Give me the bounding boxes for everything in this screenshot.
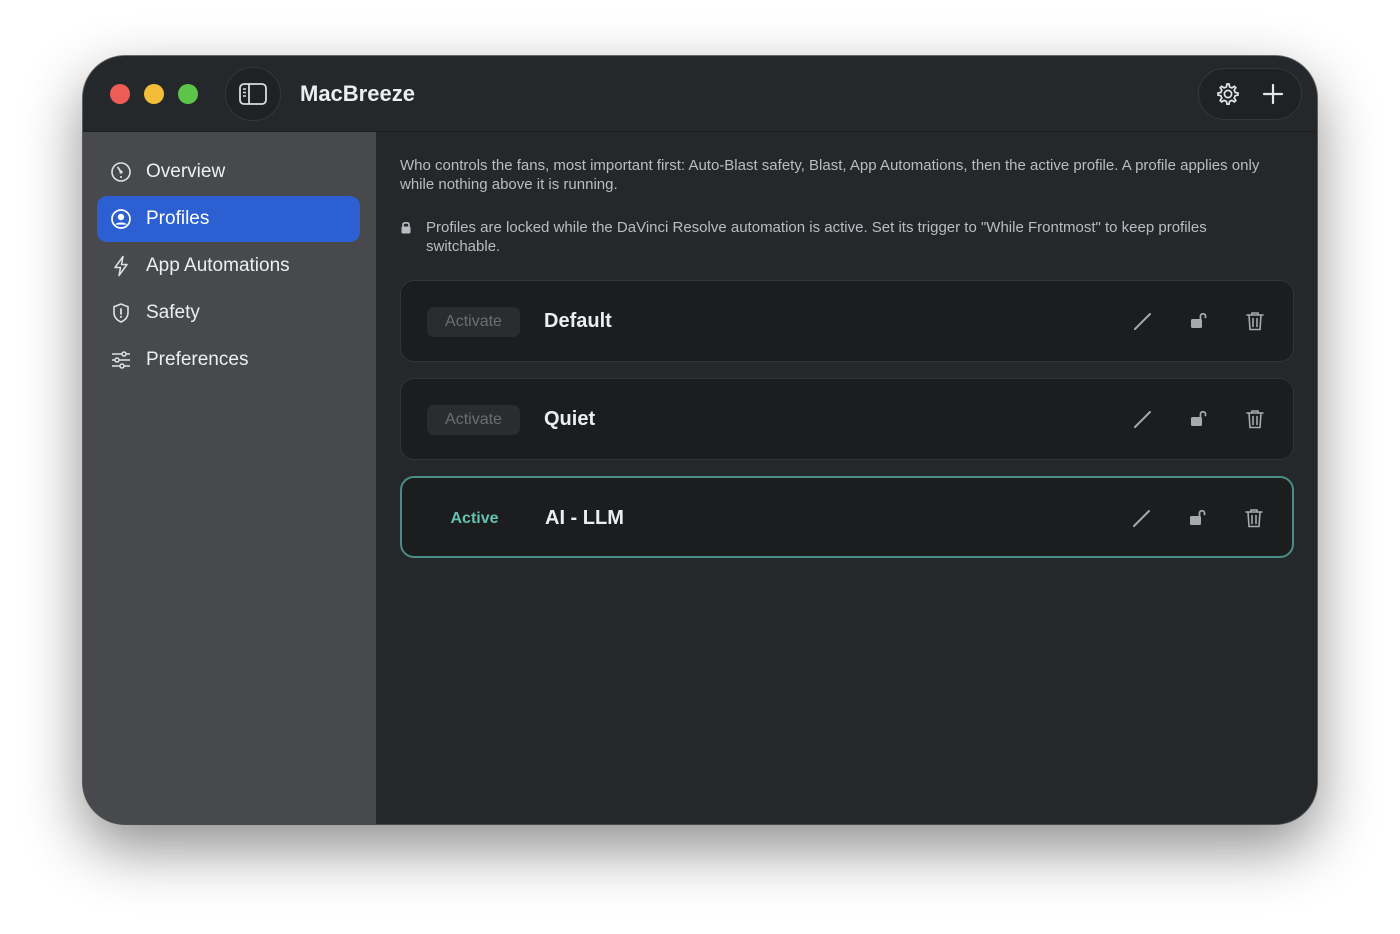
profile-card-default: Activate Default (400, 280, 1294, 362)
profile-actions (1128, 504, 1268, 532)
trash-icon (1246, 312, 1264, 331)
sidebar-icon (239, 83, 267, 105)
profiles-pane: Who controls the fans, most important fi… (376, 132, 1317, 824)
profile-card-quiet: Activate Quiet (400, 378, 1294, 460)
unlock-icon (1190, 509, 1206, 525)
profile-name: Quiet (544, 408, 596, 430)
sidebar-toggle-button[interactable] (225, 67, 281, 121)
lock-icon (400, 218, 426, 256)
profile-actions (1129, 405, 1269, 433)
maximize-window-button[interactable] (178, 84, 198, 104)
add-profile-button[interactable] (1253, 74, 1293, 114)
person-circle-icon (110, 208, 132, 230)
pencil-icon (1134, 313, 1151, 331)
pencil-icon (1134, 411, 1151, 429)
gauge-icon (110, 161, 132, 183)
sidebar-item-app-automations[interactable]: App Automations (97, 243, 360, 289)
minimize-window-button[interactable] (144, 84, 164, 104)
sidebar-item-label: Overview (146, 161, 226, 182)
trash-icon (1246, 410, 1264, 429)
sidebar-item-label: Preferences (146, 349, 249, 370)
delete-profile-button[interactable] (1240, 504, 1268, 532)
unlock-icon (1191, 410, 1207, 426)
profile-name: Default (544, 310, 612, 332)
profile-name: AI - LLM (545, 507, 624, 529)
lock-note-text: Profiles are locked while the DaVinci Re… (426, 219, 1207, 255)
sidebar: Overview Profiles App Automations Safety… (83, 132, 376, 824)
profile-actions (1129, 307, 1269, 335)
profile-card-ai-llm: Active AI - LLM (400, 476, 1294, 558)
delete-profile-button[interactable] (1241, 405, 1269, 433)
edit-profile-button[interactable] (1128, 504, 1156, 532)
close-window-button[interactable] (110, 84, 130, 104)
gear-icon (1216, 83, 1239, 105)
settings-button[interactable] (1208, 74, 1248, 114)
sidebar-item-overview[interactable]: Overview (97, 149, 360, 195)
activate-button[interactable]: Activate (427, 307, 520, 337)
sidebar-item-label: Profiles (146, 208, 210, 229)
lock-profile-button[interactable] (1184, 504, 1212, 532)
lock-profile-button[interactable] (1185, 405, 1213, 433)
plus-icon (1262, 83, 1283, 105)
lock-profile-button[interactable] (1185, 307, 1213, 335)
sidebar-item-preferences[interactable]: Preferences (97, 337, 360, 383)
sidebar-item-safety[interactable]: Safety (97, 290, 360, 336)
activate-button[interactable]: Activate (427, 405, 520, 435)
shield-icon (110, 302, 132, 324)
edit-profile-button[interactable] (1129, 405, 1157, 433)
sidebar-item-label: Safety (146, 302, 200, 323)
sliders-icon (110, 349, 132, 371)
sidebar-item-label: App Automations (146, 255, 290, 276)
titlebar: MacBreeze (83, 56, 1317, 132)
edit-profile-button[interactable] (1129, 307, 1157, 335)
delete-profile-button[interactable] (1241, 307, 1269, 335)
pencil-icon (1133, 510, 1150, 528)
app-title: MacBreeze (300, 81, 415, 106)
bolt-icon (110, 255, 132, 277)
priority-description: Who controls the fans, most important fi… (400, 157, 1260, 193)
toolbar-actions (1198, 68, 1302, 120)
sidebar-item-profiles[interactable]: Profiles (97, 196, 360, 242)
active-status-label: Active (450, 510, 499, 527)
unlock-icon (1191, 312, 1207, 328)
lock-notice: Profiles are locked while the DaVinci Re… (400, 218, 1260, 256)
app-window: MacBreeze Overview Profiles App Automati… (83, 56, 1317, 824)
trash-icon (1245, 509, 1263, 528)
